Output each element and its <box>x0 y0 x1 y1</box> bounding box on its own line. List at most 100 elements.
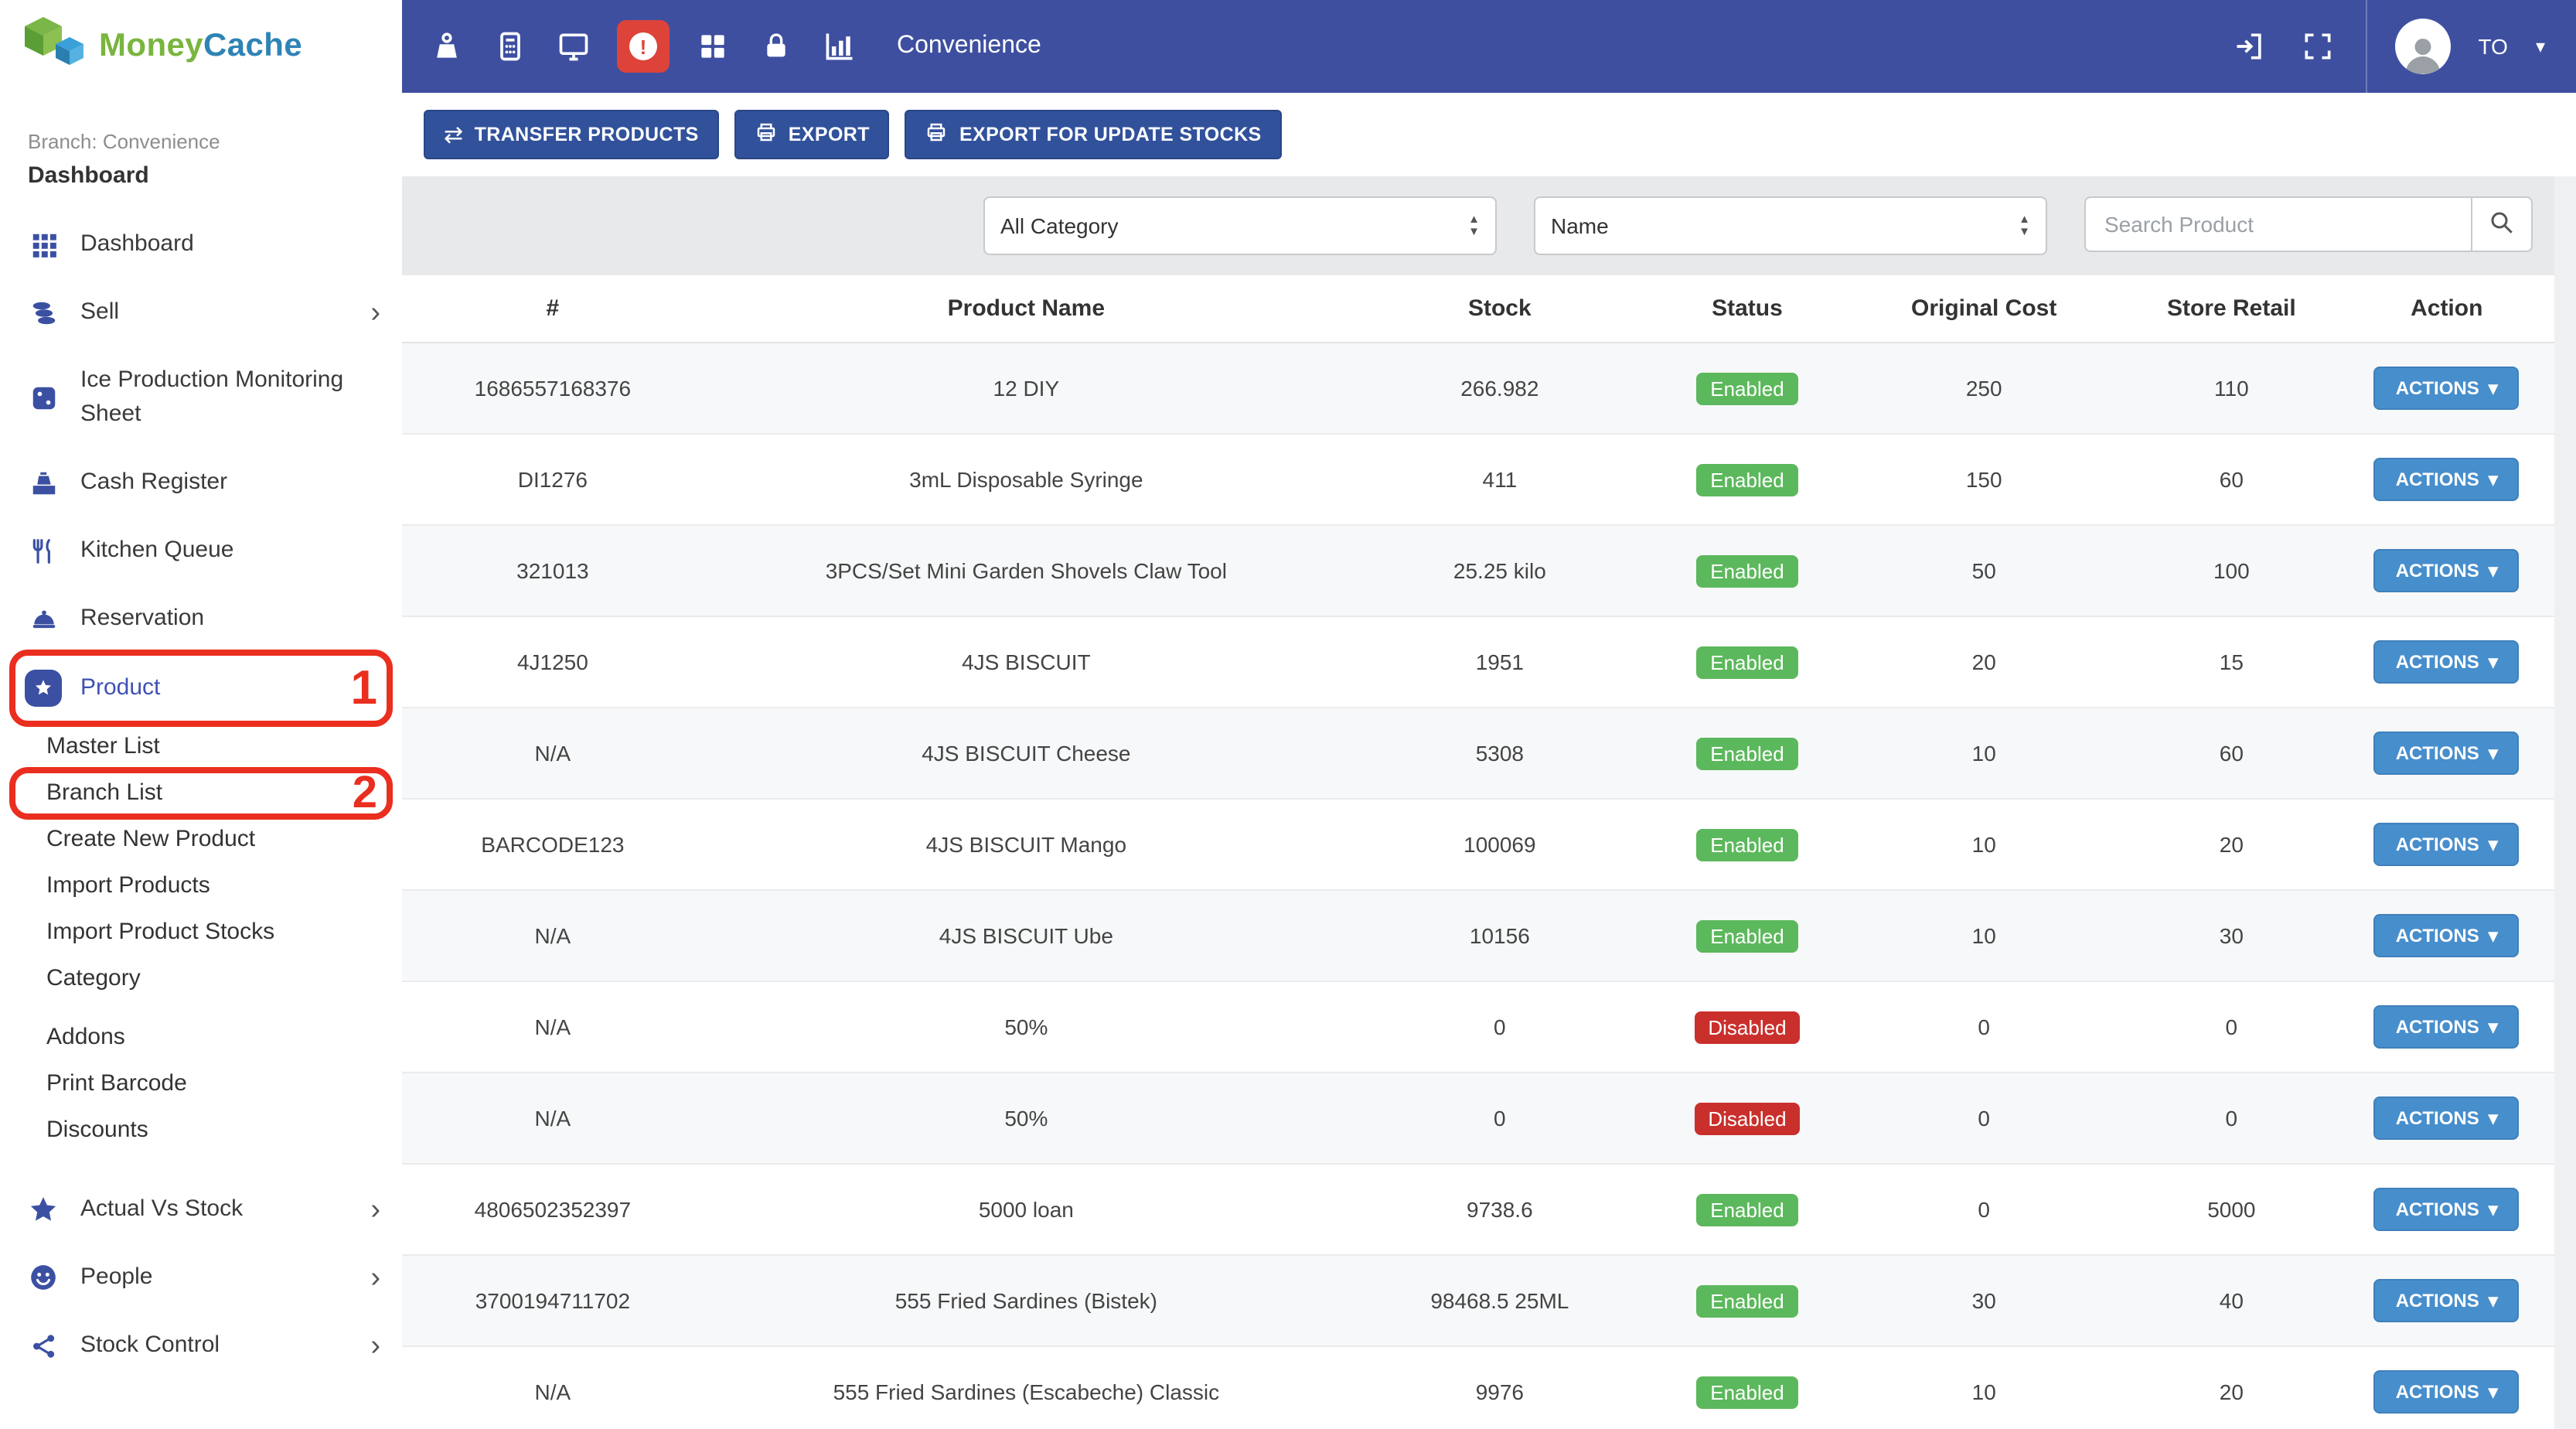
actions-button[interactable]: ACTIONS▾ <box>2374 458 2520 501</box>
monitor-icon[interactable] <box>554 26 594 67</box>
actions-button[interactable]: ACTIONS▾ <box>2374 732 2520 775</box>
sidebar-item-create-new-product[interactable]: Create New Product <box>0 817 402 863</box>
sidebar-item-label: Actual Vs Stock <box>80 1192 243 1226</box>
product-code: BARCODE123 <box>402 799 704 890</box>
actions-button[interactable]: ACTIONS▾ <box>2374 367 2520 410</box>
product-original-cost: 250 <box>1844 343 2124 434</box>
brand-logo[interactable]: MoneyCache <box>0 0 402 93</box>
alert-module-icon[interactable]: ! <box>617 20 670 73</box>
product-stock: 266.982 <box>1349 343 1651 434</box>
actions-button[interactable]: ACTIONS▾ <box>2374 1005 2520 1049</box>
actions-button-label: ACTIONS <box>2396 469 2479 490</box>
sort-by-select[interactable]: Name ▲▼ <box>1534 196 2047 255</box>
sidebar-item-product[interactable]: Product 1 <box>0 653 402 724</box>
actions-button[interactable]: ACTIONS▾ <box>2374 1188 2520 1231</box>
status-badge: Disabled <box>1694 1011 1800 1043</box>
column-header-status: Status <box>1651 275 1845 343</box>
product-name: 4JS BISCUIT Ube <box>704 890 1349 981</box>
product-code: N/A <box>402 1073 704 1164</box>
product-action-cell: ACTIONS▾ <box>2339 1073 2554 1164</box>
actions-button[interactable]: ACTIONS▾ <box>2374 1096 2520 1140</box>
actions-button[interactable]: ACTIONS▾ <box>2374 1370 2520 1414</box>
product-store-retail: 20 <box>2124 799 2339 890</box>
product-action-cell: ACTIONS▾ <box>2339 1346 2554 1429</box>
product-table: # Product Name Stock Status Original Cos… <box>402 275 2554 1429</box>
product-stock: 25.25 kilo <box>1349 525 1651 616</box>
product-original-cost: 0 <box>1844 1164 2124 1255</box>
product-status-cell: Enabled <box>1651 525 1845 616</box>
sidebar-item-import-product-stocks[interactable]: Import Product Stocks <box>0 909 402 956</box>
status-badge: Enabled <box>1696 828 1797 861</box>
chevron-right-icon: › <box>370 1263 380 1292</box>
export-for-update-stocks-button[interactable]: EXPORT FOR UPDATE STOCKS <box>905 110 1282 159</box>
sidebar-item-kitchen-queue[interactable]: Kitchen Queue <box>0 517 402 585</box>
sidebar-item-import-products[interactable]: Import Products <box>0 863 402 909</box>
fullscreen-icon[interactable] <box>2298 26 2338 67</box>
sidebar-item-actual-vs-stock[interactable]: Actual Vs Stock › <box>0 1175 402 1243</box>
pos-scale-icon[interactable] <box>427 26 467 67</box>
product-original-cost: 30 <box>1844 1255 2124 1346</box>
product-original-cost: 0 <box>1844 1073 2124 1164</box>
actions-button-label: ACTIONS <box>2396 1290 2479 1311</box>
status-badge: Enabled <box>1696 646 1797 678</box>
sidebar-item-category[interactable]: Category <box>0 956 402 1002</box>
product-action-cell: ACTIONS ▾ <box>2339 1255 2554 1346</box>
product-store-retail: 110 <box>2124 343 2339 434</box>
chevron-down-icon[interactable]: ▾ <box>2536 36 2545 57</box>
calculator-icon[interactable] <box>490 26 530 67</box>
product-action-cell: ACTIONS▾ <box>2339 708 2554 799</box>
product-stock: 9738.6 <box>1349 1164 1651 1255</box>
status-badge: Enabled <box>1696 1284 1797 1317</box>
utensils-icon <box>25 536 62 565</box>
caret-down-icon: ▾ <box>2489 1107 2498 1129</box>
sign-in-icon[interactable] <box>2230 26 2270 67</box>
sidebar-item-people[interactable]: People › <box>0 1243 402 1311</box>
sidebar-item-addons[interactable]: Addons <box>0 1015 402 1061</box>
search-button[interactable] <box>2471 196 2533 252</box>
column-header-original-cost: Original Cost <box>1844 275 2124 343</box>
sidebar-item-branch-list[interactable]: Branch List 2 <box>0 770 402 817</box>
actions-button[interactable]: ACTIONS▾ <box>2374 549 2520 592</box>
actions-button[interactable]: ACTIONS▾ <box>2374 823 2520 866</box>
sidebar-item-print-barcode[interactable]: Print Barcode <box>0 1061 402 1107</box>
lock-icon[interactable] <box>756 26 796 67</box>
product-stock: 0 <box>1349 981 1651 1073</box>
cloche-icon <box>25 604 62 633</box>
sidebar-item-label: Ice Production Monitoring Sheet <box>80 363 380 431</box>
search-input[interactable] <box>2084 196 2471 252</box>
actions-button[interactable]: ACTIONS ▾ <box>2374 1279 2520 1322</box>
sidebar-item-dashboard[interactable]: Dashboard <box>0 210 402 278</box>
product-action-cell: ACTIONS▾ <box>2339 434 2554 525</box>
category-select[interactable]: All Category ▲▼ <box>983 196 1497 255</box>
top-navbar: ! Convenience <box>402 0 2576 93</box>
status-badge: Enabled <box>1696 1376 1797 1408</box>
product-action-cell: ACTIONS▾ <box>2339 890 2554 981</box>
product-original-cost: 150 <box>1844 434 2124 525</box>
actions-button-label: ACTIONS <box>2396 651 2479 673</box>
caret-down-icon: ▾ <box>2489 1290 2498 1311</box>
sidebar-item-ice-production[interactable]: Ice Production Monitoring Sheet <box>0 346 402 448</box>
modules-grid-icon[interactable] <box>693 26 733 67</box>
actions-button[interactable]: ACTIONS▾ <box>2374 640 2520 684</box>
sidebar-item-reservation[interactable]: Reservation <box>0 585 402 653</box>
user-avatar[interactable] <box>2395 19 2451 74</box>
product-name: 4JS BISCUIT <box>704 616 1349 708</box>
product-name: 555 Fried Sardines (Escabeche) Classic <box>704 1346 1349 1429</box>
product-status-cell: Enabled <box>1651 434 1845 525</box>
chart-icon[interactable] <box>819 26 860 67</box>
product-status-cell: Enabled <box>1651 1255 1845 1346</box>
export-button[interactable]: EXPORT <box>734 110 890 159</box>
sidebar-item-sell[interactable]: Sell › <box>0 278 402 346</box>
column-header-code: # <box>402 275 704 343</box>
sidebar-section-title: Dashboard <box>28 162 374 189</box>
sidebar-item-stock-control[interactable]: Stock Control › <box>0 1311 402 1380</box>
sidebar-item-master-list[interactable]: Master List <box>0 724 402 770</box>
actions-button[interactable]: ACTIONS▾ <box>2374 914 2520 957</box>
sidebar-item-label: Branch List <box>46 779 162 806</box>
user-initials[interactable]: TO <box>2479 34 2508 59</box>
action-buttons-bar: ⇄ TRANSFER PRODUCTS EXPORT EXPORT FOR UP… <box>402 93 2576 176</box>
transfer-products-button[interactable]: ⇄ TRANSFER PRODUCTS <box>424 110 719 159</box>
sidebar-item-discounts[interactable]: Discounts <box>0 1107 402 1154</box>
product-store-retail: 5000 <box>2124 1164 2339 1255</box>
sidebar-item-cash-register[interactable]: Cash Register <box>0 448 402 517</box>
